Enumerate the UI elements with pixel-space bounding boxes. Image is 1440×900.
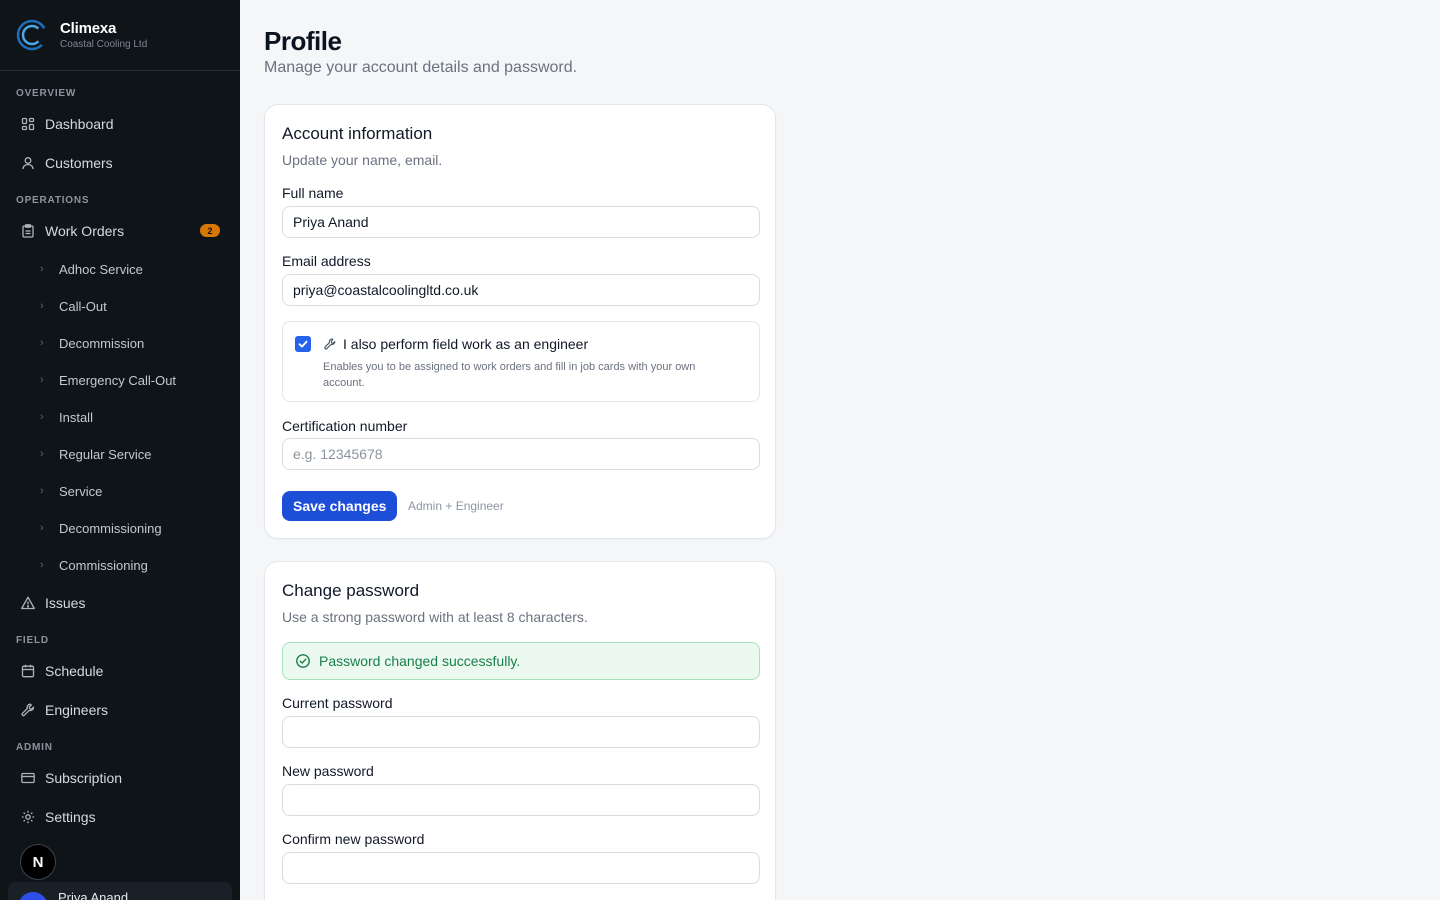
- password-success-alert: Password changed successfully.: [282, 642, 760, 680]
- sidebar: Climexa Coastal Cooling Ltd OVERVIEW Das…: [0, 0, 240, 900]
- engineer-option: I also perform field work as an engineer…: [282, 321, 760, 402]
- sidebar-subitem-decommission[interactable]: › Decommission: [8, 328, 232, 358]
- wrench-icon: [323, 337, 337, 351]
- avatar: [18, 892, 48, 900]
- sidebar-item-label: Settings: [45, 809, 96, 825]
- chevron-right-icon: ›: [40, 485, 44, 497]
- user-menu[interactable]: Priya Anand: [8, 882, 232, 900]
- card-title: Change password: [282, 581, 420, 600]
- page-title: Profile: [264, 26, 342, 56]
- new-password-label: New password: [282, 763, 374, 779]
- climexa-logo-icon: [16, 19, 48, 51]
- brand-name: Climexa: [60, 20, 117, 37]
- sidebar-subitem-regular-service[interactable]: › Regular Service: [8, 439, 232, 469]
- role-note: Admin + Engineer: [408, 499, 504, 513]
- account-information-card: Account information Update your name, em…: [264, 104, 776, 539]
- sidebar-item-label: Issues: [45, 595, 86, 611]
- brand-company: Coastal Cooling Ltd: [60, 39, 148, 50]
- section-label-overview: OVERVIEW: [16, 88, 77, 99]
- save-changes-button[interactable]: Save changes: [282, 491, 398, 521]
- user-icon: [20, 155, 36, 171]
- sidebar-item-label: Subscription: [45, 770, 123, 786]
- page-subtitle: Manage your account details and password…: [264, 59, 578, 76]
- sidebar-subitem-label: Commissioning: [59, 557, 148, 573]
- section-label-admin: ADMIN: [16, 742, 53, 753]
- sidebar-item-label: Dashboard: [45, 116, 114, 132]
- sidebar-item-label: Schedule: [45, 663, 104, 679]
- engineer-checkbox[interactable]: [295, 336, 311, 352]
- sidebar-subitem-decommissioning[interactable]: › Decommissioning: [8, 513, 232, 543]
- engineer-checkbox-description: Enables you to be assigned to work order…: [323, 361, 696, 389]
- chevron-right-icon: ›: [40, 374, 44, 386]
- sidebar-subitem-call-out[interactable]: › Call-Out: [8, 291, 232, 321]
- user-name: Priya Anand: [58, 890, 129, 900]
- sidebar-subitem-commissioning[interactable]: › Commissioning: [8, 550, 232, 580]
- wrench-icon: [20, 702, 36, 718]
- engineer-checkbox-title[interactable]: I also perform field work as an engineer: [323, 336, 588, 352]
- brand[interactable]: Climexa Coastal Cooling Ltd: [0, 0, 240, 71]
- sidebar-subitem-label: Emergency Call-Out: [59, 372, 177, 388]
- engineer-checkbox-label: I also perform field work as an engineer: [343, 336, 589, 352]
- sidebar-item-schedule[interactable]: Schedule: [8, 654, 232, 688]
- full-name-input[interactable]: [282, 206, 760, 238]
- chevron-right-icon: ›: [40, 559, 44, 571]
- checkmark-icon: [298, 340, 308, 348]
- nextjs-dev-button[interactable]: N: [20, 844, 56, 880]
- credit-card-icon: [20, 770, 36, 786]
- current-password-input[interactable]: [282, 716, 760, 748]
- calendar-icon: [20, 663, 36, 679]
- alert-message: Password changed successfully.: [319, 653, 521, 669]
- check-circle-icon: [295, 653, 311, 669]
- sidebar-subitem-adhoc-service[interactable]: › Adhoc Service: [8, 254, 232, 284]
- work-orders-count-badge: 2: [200, 224, 220, 237]
- sidebar-subitem-emergency-call-out[interactable]: › Emergency Call-Out: [8, 365, 232, 395]
- sidebar-item-dashboard[interactable]: Dashboard: [8, 107, 232, 141]
- new-password-input[interactable]: [282, 784, 760, 816]
- sidebar-item-settings[interactable]: Settings: [8, 800, 232, 834]
- email-label: Email address: [282, 253, 371, 269]
- certification-number-label: Certification number: [282, 418, 408, 434]
- sidebar-subitem-install[interactable]: › Install: [8, 402, 232, 432]
- confirm-password-label: Confirm new password: [282, 831, 425, 847]
- sidebar-subitem-label: Decommissioning: [59, 520, 162, 536]
- sidebar-subitem-label: Install: [59, 409, 93, 425]
- chevron-right-icon: ›: [40, 448, 44, 460]
- change-password-card: Change password Use a strong password wi…: [264, 561, 776, 900]
- sidebar-subitem-label: Decommission: [59, 335, 145, 351]
- chevron-right-icon: ›: [40, 300, 44, 312]
- sidebar-item-customers[interactable]: Customers: [8, 146, 232, 180]
- sidebar-subitem-label: Regular Service: [59, 446, 152, 462]
- card-description: Update your name, email.: [282, 152, 443, 168]
- confirm-password-input[interactable]: [282, 852, 760, 884]
- grid-icon: [20, 116, 36, 132]
- sidebar-item-issues[interactable]: Issues: [8, 586, 232, 620]
- chevron-right-icon: ›: [40, 263, 44, 275]
- certification-number-input[interactable]: [282, 438, 760, 470]
- full-name-label: Full name: [282, 185, 344, 201]
- gear-icon: [20, 809, 36, 825]
- sidebar-item-engineers[interactable]: Engineers: [8, 693, 232, 727]
- sidebar-subitem-label: Adhoc Service: [59, 261, 143, 277]
- sidebar-item-label: Engineers: [45, 702, 109, 718]
- sidebar-item-label: Customers: [45, 155, 113, 171]
- card-title: Account information: [282, 124, 433, 143]
- section-label-operations: OPERATIONS: [16, 195, 90, 206]
- section-label-field: FIELD: [16, 635, 49, 646]
- sidebar-subitem-label: Call-Out: [59, 298, 107, 314]
- clipboard-icon: [20, 223, 36, 239]
- sidebar-subitem-label: Service: [59, 483, 103, 499]
- chevron-right-icon: ›: [40, 411, 44, 423]
- email-input[interactable]: [282, 274, 760, 306]
- sidebar-item-work-orders[interactable]: Work Orders 2: [8, 214, 232, 248]
- chevron-right-icon: ›: [40, 522, 44, 534]
- warning-triangle-icon: [20, 595, 36, 611]
- sidebar-subitem-service[interactable]: › Service: [8, 476, 232, 506]
- current-password-label: Current password: [282, 695, 393, 711]
- chevron-right-icon: ›: [40, 337, 44, 349]
- sidebar-item-subscription[interactable]: Subscription: [8, 761, 232, 795]
- card-description: Use a strong password with at least 8 ch…: [282, 609, 588, 625]
- sidebar-item-label: Work Orders: [45, 223, 125, 239]
